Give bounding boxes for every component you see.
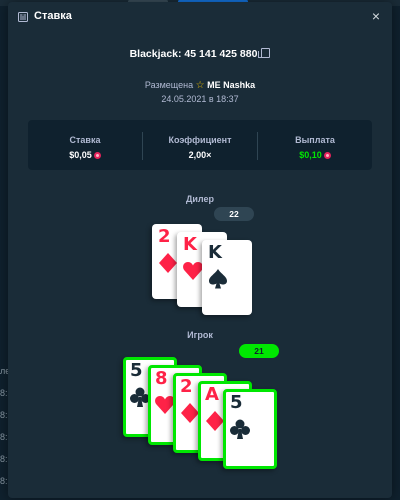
placed-by-row: Размещена ☆ ME Nashka [8,80,392,91]
bet-id-row: Blackjack: 45 141 425 880 [8,48,392,60]
stat-bet-label: Ставка [69,135,101,145]
dealer-card-3: K [202,240,252,315]
bet-date: 24.05.2021 в 18:37 [161,94,239,104]
diamond-icon [159,253,177,273]
player-card-5: 5 [223,389,277,469]
stat-payout-value: $0,10 [299,150,322,160]
close-icon[interactable]: × [372,8,380,24]
copy-icon[interactable] [258,48,271,58]
dealer-score-badge: 22 [214,207,254,221]
card-rank: 8 [155,368,168,389]
card-rank: 5 [230,392,243,413]
stat-bet: Ставка $0,05 [28,120,142,170]
card-rank: A [205,384,219,405]
bet-stats-panel: Ставка $0,05 Коэффициент 2,00× Выплата $… [28,120,372,170]
card-rank: K [208,242,222,263]
stat-multiplier-label: Коэффициент [168,135,232,145]
bet-id: Blackjack: 45 141 425 880 [129,48,258,60]
stat-payout-value-row: $0,10 [258,150,372,160]
player-score-badge: 21 [239,344,279,358]
star-icon: ☆ [195,80,205,91]
heart-icon [183,262,203,280]
club-icon [230,419,250,439]
placed-label: Размещена [144,80,194,90]
stat-bet-value-row: $0,05 [28,150,142,160]
stat-payout: Выплата $0,10 [258,120,372,170]
currency-icon [323,152,331,159]
card-rank: 5 [130,360,143,381]
card-rank: 2 [180,376,193,397]
close-button[interactable]: × [368,8,384,24]
dealer-label: Дилер [185,194,215,204]
stat-payout-label: Выплата [295,135,335,145]
card-rank: 2 [158,226,171,247]
username-link[interactable]: ME Nashka [207,80,255,90]
stat-bet-value: $0,05 [69,150,92,160]
stat-multiplier-value: 2,00× [188,150,212,160]
spade-icon [209,269,227,289]
modal-header: Ставка × [8,2,392,32]
player-label: Игрок [187,330,213,340]
modal-title: Ставка [34,10,72,22]
currency-icon [93,152,101,159]
card-rank: K [183,234,197,255]
bet-details-modal: Ставка × Blackjack: 45 141 425 880 Разме… [8,2,392,498]
receipt-icon [18,12,28,22]
stat-multiplier: Коэффициент 2,00× [143,120,257,170]
